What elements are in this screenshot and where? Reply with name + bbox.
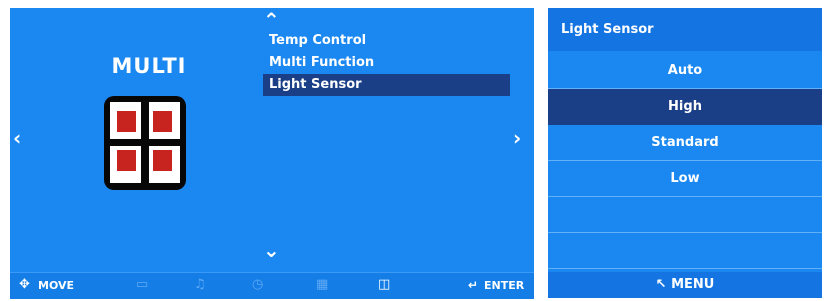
chevron-down-icon[interactable]: ⌄ — [263, 240, 280, 260]
option-high[interactable]: High — [548, 89, 822, 125]
option-low[interactable]: Low — [548, 161, 822, 197]
option-standard[interactable]: Standard — [548, 125, 822, 161]
grid-icon[interactable]: ▦ — [316, 277, 328, 292]
multi-icon[interactable]: ◫ — [378, 277, 390, 292]
option-auto[interactable]: Auto — [548, 53, 822, 89]
option-empty-1 — [548, 197, 822, 233]
enter-icon: ↵ — [468, 278, 479, 292]
chevron-left-icon[interactable]: ‹ — [13, 128, 21, 148]
menu-back-button[interactable]: ↖ MENU — [548, 272, 822, 298]
clock-icon[interactable]: ◷ — [252, 277, 263, 292]
menu-label: MENU — [671, 277, 715, 292]
music-icon[interactable]: ♫ — [194, 277, 206, 292]
chevron-right-icon[interactable]: › — [513, 128, 521, 148]
submenu-options: Auto High Standard Low — [548, 53, 822, 269]
move-icon: ✥ — [19, 277, 30, 292]
chevron-up-icon[interactable]: ⌃ — [263, 10, 280, 30]
enter-label: ENTER — [484, 279, 525, 292]
submenu-title: Light Sensor — [548, 8, 822, 51]
multi-category-icon — [104, 96, 186, 190]
option-empty-2 — [548, 233, 822, 269]
monitor-icon[interactable]: ▭ — [136, 277, 148, 292]
menu-item-multi-function[interactable]: Multi Function — [263, 52, 510, 74]
navigation-bar: ✥ MOVE ▭ ♫ ◷ ▦ ◫ ↵ ENTER — [10, 272, 534, 299]
menu-item-light-sensor[interactable]: Light Sensor — [263, 74, 510, 96]
move-label: MOVE — [38, 279, 75, 292]
main-menu-list: Temp Control Multi Function Light Sensor — [263, 30, 510, 96]
back-arrow-icon: ↖ — [655, 277, 667, 292]
menu-item-temp-control[interactable]: Temp Control — [263, 30, 510, 52]
submenu-panel: Light Sensor Auto High Standard Low ↖ ME… — [548, 8, 822, 298]
main-osd-panel: ⌃ MULTI ‹ › Temp Control Multi Function … — [10, 8, 534, 299]
category-label: MULTI — [111, 54, 187, 78]
